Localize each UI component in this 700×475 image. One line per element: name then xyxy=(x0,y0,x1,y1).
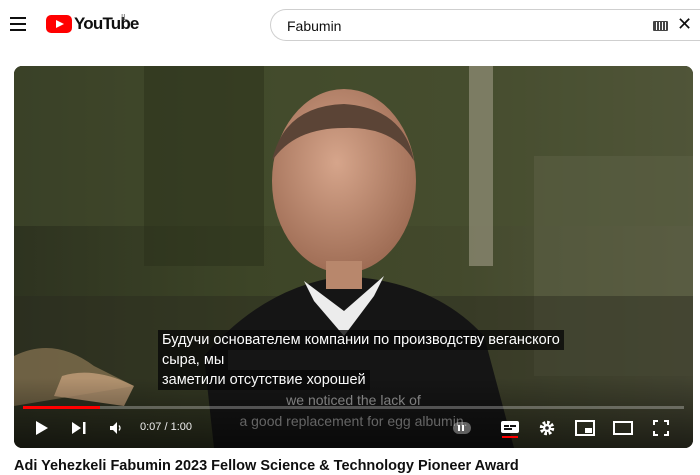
miniplayer-button[interactable] xyxy=(574,416,596,440)
settings-icon xyxy=(539,420,555,436)
keyboard-icon[interactable] xyxy=(653,21,668,31)
progress-bar[interactable] xyxy=(23,406,684,409)
next-icon xyxy=(72,422,86,434)
miniplayer-icon xyxy=(575,420,595,436)
subtitles-icon xyxy=(501,421,519,438)
pause-toggle-icon xyxy=(453,422,471,434)
volume-icon xyxy=(110,422,121,434)
subtitle-line: сыра, мы xyxy=(158,350,229,370)
progress-played xyxy=(23,406,101,409)
subtitles-button[interactable] xyxy=(498,416,522,440)
theater-button[interactable] xyxy=(612,416,634,440)
volume-button[interactable] xyxy=(106,416,126,440)
video-player[interactable]: we noticed the lack of a good replacemen… xyxy=(14,66,693,448)
search-box: ✕ xyxy=(270,9,700,41)
play-icon xyxy=(36,421,48,435)
fullscreen-icon xyxy=(653,420,669,436)
clear-icon[interactable]: ✕ xyxy=(677,15,692,35)
menu-icon[interactable] xyxy=(10,17,26,31)
video-title: Adi Yehezkeli Fabumin 2023 Fellow Scienc… xyxy=(14,458,519,474)
next-button[interactable] xyxy=(68,416,90,440)
subtitle-line: Будучи основателем компании по производс… xyxy=(158,330,564,350)
settings-button[interactable] xyxy=(536,416,558,440)
play-button[interactable] xyxy=(32,416,52,440)
top-bar: YouTube IL ✕ xyxy=(0,0,700,50)
time-display: 0:07 / 1:00 xyxy=(140,421,192,433)
youtube-logo-icon xyxy=(46,15,72,33)
theater-icon xyxy=(613,421,633,435)
pause-toggle[interactable] xyxy=(451,416,473,440)
search-input[interactable] xyxy=(287,16,627,36)
fullscreen-button[interactable] xyxy=(650,416,672,440)
logo-text: YouTube xyxy=(74,14,139,33)
country-code: IL xyxy=(121,13,128,22)
